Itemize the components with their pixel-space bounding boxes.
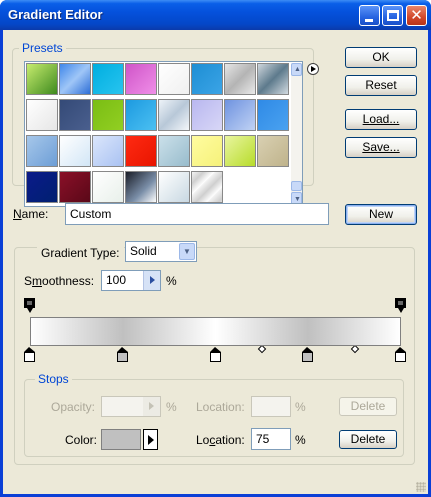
color-menu-button[interactable] — [143, 429, 158, 450]
triangle-right-icon — [148, 435, 154, 445]
color-stop[interactable] — [209, 347, 221, 363]
gradient-type-value: Solid — [130, 244, 157, 258]
preset-swatch[interactable] — [92, 135, 124, 167]
preset-swatch[interactable] — [26, 63, 58, 95]
preset-swatch[interactable] — [257, 63, 289, 95]
opacity-percent: % — [166, 400, 177, 414]
save-button-label: Save... — [362, 140, 400, 154]
preset-swatch[interactable] — [191, 135, 223, 167]
preset-swatch[interactable] — [92, 63, 124, 95]
color-stop[interactable] — [302, 347, 314, 363]
scroll-thumb[interactable] — [291, 181, 302, 191]
preset-swatch[interactable] — [191, 171, 223, 203]
location-percent: % — [295, 433, 306, 447]
presets-scrollbar[interactable]: ▲ ▼ — [291, 63, 302, 205]
preset-swatch[interactable] — [59, 99, 91, 131]
smoothness-percent: % — [166, 274, 177, 288]
color-label: Color: — [65, 433, 98, 447]
preset-swatch[interactable] — [92, 99, 124, 131]
preset-swatch[interactable] — [158, 135, 190, 167]
close-icon: ✕ — [410, 6, 423, 24]
opacity-stop[interactable] — [395, 298, 406, 315]
preset-swatch[interactable] — [92, 171, 124, 203]
save-button[interactable]: Save... — [345, 137, 417, 158]
smoothness-label: Smoothness: — [24, 274, 95, 288]
opacity-slider-button[interactable] — [143, 397, 160, 416]
location-input[interactable]: 75 — [251, 428, 291, 450]
triangle-right-icon — [150, 276, 155, 284]
presets-menu-icon[interactable] — [307, 63, 319, 75]
preset-swatch[interactable] — [59, 63, 91, 95]
preset-swatch[interactable] — [224, 63, 256, 95]
stops-label: Stops — [35, 372, 72, 386]
preset-swatch[interactable] — [125, 135, 157, 167]
preset-swatch[interactable] — [125, 171, 157, 203]
opacity-location-label: Location: — [196, 400, 245, 414]
minimize-icon — [365, 19, 373, 22]
chevron-down-icon: ▼ — [183, 247, 191, 256]
preset-swatch[interactable] — [158, 99, 190, 131]
resize-grip[interactable] — [416, 482, 426, 492]
preset-swatch[interactable] — [257, 135, 289, 167]
color-stop[interactable] — [116, 347, 128, 363]
new-button[interactable]: New — [345, 204, 417, 225]
preset-swatch[interactable] — [125, 99, 157, 131]
load-button[interactable]: Load... — [345, 109, 417, 130]
scroll-up-button[interactable]: ▲ — [291, 63, 302, 76]
swatch-area — [26, 63, 290, 207]
color-stop[interactable] — [395, 347, 406, 363]
presets-swatch-grid: ▲ ▼ — [24, 61, 303, 207]
title-bar[interactable]: Gradient Editor ✕ — [0, 0, 431, 30]
name-input[interactable]: Custom — [65, 203, 329, 225]
arrow-up-icon: ▲ — [294, 66, 301, 73]
opacity-stop[interactable] — [24, 298, 35, 315]
minimize-button[interactable] — [359, 5, 380, 26]
window-title: Gradient Editor — [8, 7, 103, 22]
color-stop[interactable] — [24, 347, 35, 363]
delete-opacity-stop-button[interactable]: Delete — [339, 397, 397, 416]
triangle-right-icon — [149, 402, 154, 410]
opacity-location-percent: % — [295, 400, 306, 414]
opacity-label: Opacity: — [51, 400, 96, 414]
preset-swatch[interactable] — [26, 99, 58, 131]
ok-button[interactable]: OK — [345, 47, 417, 68]
opacity-location-input[interactable] — [251, 396, 291, 417]
dropdown-button[interactable]: ▼ — [179, 243, 195, 260]
load-button-label: Load... — [362, 112, 400, 126]
smoothness-value: 100 — [106, 273, 127, 287]
reset-button[interactable]: Reset — [345, 75, 417, 96]
name-label: Name: — [13, 207, 49, 221]
presets-label: Presets — [19, 41, 66, 55]
preset-swatch[interactable] — [224, 99, 256, 131]
maximize-button[interactable] — [382, 5, 403, 26]
smoothness-slider-button[interactable] — [143, 271, 160, 290]
preset-swatch[interactable] — [191, 99, 223, 131]
arrow-down-icon: ▼ — [294, 196, 301, 203]
maximize-icon — [387, 10, 399, 21]
smoothness-input[interactable]: 100 — [101, 270, 161, 291]
preset-swatch[interactable] — [59, 135, 91, 167]
preset-swatch[interactable] — [26, 171, 58, 203]
preset-swatch[interactable] — [224, 135, 256, 167]
preset-swatch[interactable] — [257, 99, 289, 131]
preset-swatch[interactable] — [59, 171, 91, 203]
gradient-preview-bar[interactable] — [30, 317, 401, 346]
delete-color-stop-button[interactable]: Delete — [339, 430, 397, 449]
preset-swatch[interactable] — [191, 63, 223, 95]
preset-swatch[interactable] — [125, 63, 157, 95]
gradient-type-select[interactable]: Solid ▼ — [125, 241, 197, 262]
preset-swatch[interactable] — [26, 135, 58, 167]
preset-swatch[interactable] — [158, 171, 190, 203]
dialog-body: Presets ▲ ▼ OK Reset Load... Save... Nam… — [3, 30, 428, 494]
gradient-type-label: Gradient Type: — [37, 246, 124, 260]
location-label: Location: — [196, 433, 245, 447]
opacity-input[interactable] — [101, 396, 161, 417]
gradient-editor-window: Gradient Editor ✕ Presets ▲ ▼ OK Reset L… — [0, 0, 431, 497]
color-swatch[interactable] — [101, 429, 141, 450]
close-button[interactable]: ✕ — [406, 5, 427, 26]
preset-swatch[interactable] — [158, 63, 190, 95]
